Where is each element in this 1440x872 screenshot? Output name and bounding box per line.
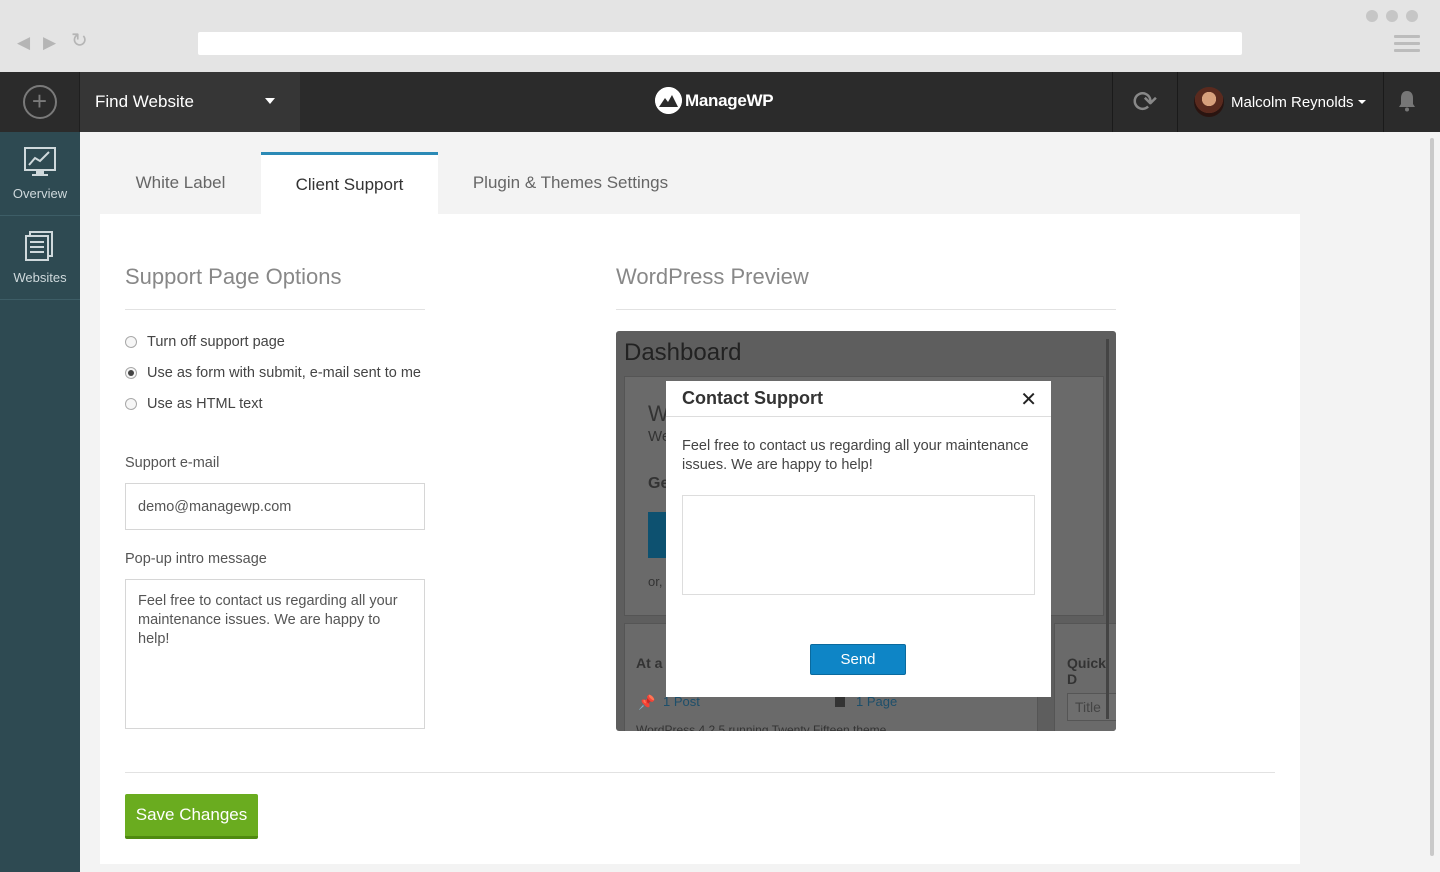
support-email-label: Support e-mail — [125, 455, 220, 471]
sidebar-item-label: Websites — [13, 269, 67, 285]
radio-label: Use as HTML text — [147, 396, 263, 412]
intro-message-field[interactable]: Feel free to contact us regarding all yo… — [125, 579, 425, 729]
settings-card: Support Page Options Turn off support pa… — [100, 214, 1300, 864]
browser-menu-icon[interactable] — [1394, 35, 1420, 53]
chevron-down-icon — [1357, 100, 1366, 104]
dashboard-title: Dashboard — [624, 339, 742, 366]
modal-body: Feel free to contact us regarding all yo… — [666, 417, 1051, 595]
wordpress-preview: Dashboard W We Ge or, At a Quick D Title… — [616, 331, 1116, 731]
radio-label: Use as form with submit, e-mail sent to … — [147, 365, 421, 381]
chart-icon — [24, 146, 56, 180]
radio-button[interactable] — [125, 398, 137, 410]
window-dot — [1406, 10, 1418, 22]
refresh-icon: ⟳ — [1132, 85, 1158, 119]
forward-icon[interactable]: ▶ — [43, 33, 56, 53]
wordpress-preview-title: WordPress Preview — [616, 264, 809, 289]
websites-icon — [24, 230, 56, 264]
managewp-logo[interactable]: ManageWP — [655, 87, 774, 114]
radio-html-text[interactable]: Use as HTML text — [125, 396, 263, 412]
divider — [125, 309, 425, 310]
radio-button[interactable] — [125, 367, 137, 379]
modal-title: Contact Support — [682, 388, 823, 408]
bell-icon[interactable] — [1398, 90, 1416, 118]
tab-plugin-themes-settings[interactable]: Plugin & Themes Settings — [438, 152, 703, 214]
sidebar: Overview Websites — [0, 132, 80, 872]
logo-mark-icon — [655, 87, 682, 114]
or-text: or, — [648, 574, 663, 589]
user-name: Malcolm Reynolds — [1231, 93, 1354, 111]
page-scrollbar[interactable] — [1430, 138, 1434, 856]
preview-scrollbar — [1106, 339, 1109, 719]
window-dot — [1366, 10, 1378, 22]
find-website-dropdown[interactable]: Find Website — [80, 72, 300, 132]
window-dot — [1386, 10, 1398, 22]
close-icon[interactable]: ✕ — [1020, 387, 1037, 412]
sync-button[interactable]: ⟳ — [1112, 72, 1178, 132]
app-header: + Find Website ManageWP ⟳ Malcolm Reynol… — [0, 72, 1440, 132]
tab-client-support[interactable]: Client Support — [261, 152, 438, 214]
settings-tabs: White Label Client Support Plugin & Them… — [100, 152, 703, 214]
radio-turn-off-support[interactable]: Turn off support page — [125, 334, 285, 350]
support-options-title: Support Page Options — [125, 264, 342, 289]
radio-use-form[interactable]: Use as form with submit, e-mail sent to … — [125, 365, 421, 381]
send-button[interactable]: Send — [810, 644, 906, 675]
at-a-glance-heading: At a — [636, 655, 663, 671]
back-icon[interactable]: ◀ — [17, 33, 30, 53]
sidebar-item-websites[interactable]: Websites — [0, 216, 80, 300]
find-website-label: Find Website — [95, 92, 194, 111]
divider — [125, 772, 1275, 773]
contact-support-modal: Contact Support ✕ Feel free to contact u… — [666, 381, 1051, 697]
pin-icon: 📌 — [638, 694, 656, 710]
plus-icon: + — [22, 85, 57, 119]
support-email-field[interactable] — [125, 483, 425, 530]
user-menu[interactable]: Malcolm Reynolds — [1178, 72, 1384, 132]
sidebar-item-label: Overview — [12, 185, 68, 201]
modal-message: Feel free to contact us regarding all yo… — [682, 438, 1029, 473]
browser-chrome: ◀ ▶ ↻ — [0, 0, 1440, 72]
avatar — [1194, 87, 1224, 117]
reload-icon[interactable]: ↻ — [71, 31, 88, 51]
radio-label: Turn off support page — [147, 334, 285, 350]
logo-text: ManageWP — [685, 90, 774, 110]
modal-header: Contact Support ✕ — [666, 381, 1051, 417]
support-message-input[interactable] — [682, 495, 1035, 595]
sidebar-item-overview[interactable]: Overview — [0, 132, 80, 216]
divider — [616, 309, 1116, 310]
version-text: WordPress 4.2.5 running Twenty Fifteen t… — [636, 723, 890, 731]
add-website-button[interactable]: + — [0, 72, 80, 132]
save-changes-button[interactable]: Save Changes — [125, 794, 258, 839]
chevron-down-icon — [265, 98, 275, 104]
address-bar[interactable] — [198, 32, 1242, 55]
intro-message-label: Pop-up intro message — [125, 551, 267, 567]
radio-button[interactable] — [125, 336, 137, 348]
tab-white-label[interactable]: White Label — [100, 152, 261, 214]
